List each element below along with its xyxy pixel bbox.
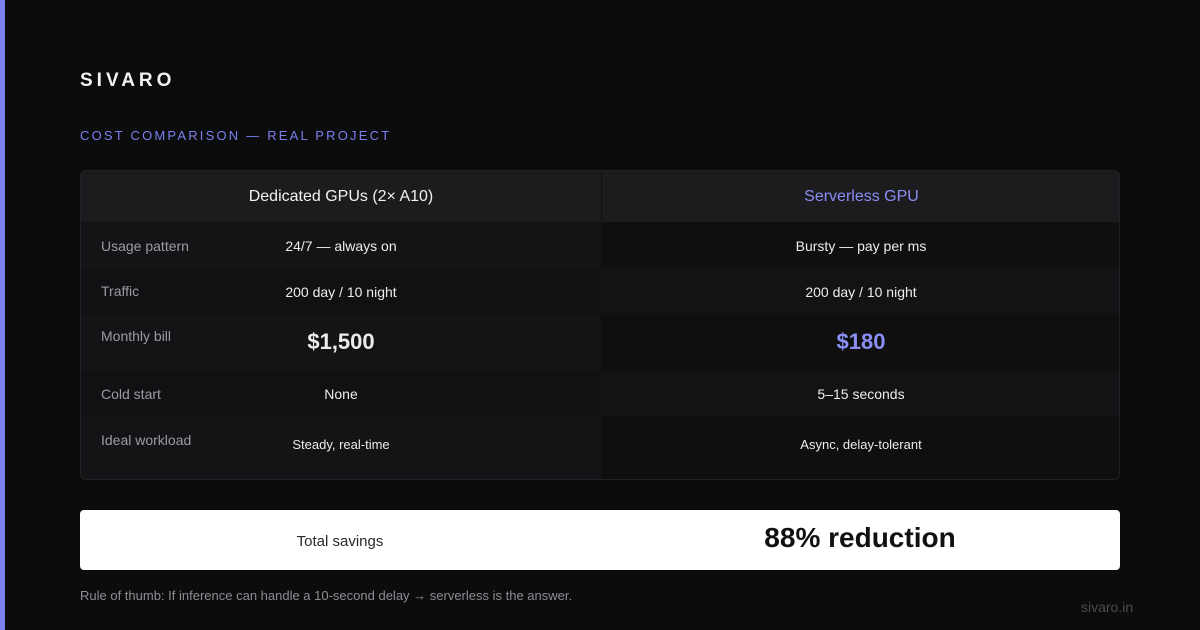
cell-serverless: 200 day / 10 night [805,284,917,300]
savings-label: Total savings [296,533,384,550]
savings-banner: Total savings 88% reduction [80,510,1120,570]
table-row-traffic: Traffic 200 day / 10 night 200 day / 10 … [81,269,1119,314]
cell-serverless: 5–15 seconds [817,386,905,402]
column-header-dedicated: Dedicated GPUs (2× A10) [248,187,434,205]
cell-serverless: Async, delay-tolerant [800,437,922,452]
monthly-bill-dedicated: $1,500 [307,329,375,354]
cell-serverless: Bursty — pay per ms [795,238,927,254]
monthly-bill-serverless: $180 [836,329,886,354]
comparison-table: Dedicated GPUs (2× A10) Serverless GPU U… [80,170,1120,480]
site-url: sivaro.in [1081,599,1134,615]
table-row-cold-start: Cold start None 5–15 seconds [81,370,1119,416]
table-header: Dedicated GPUs (2× A10) Serverless GPU [81,171,1119,222]
cell-dedicated: 24/7 — always on [285,238,397,254]
section-eyebrow: COST COMPARISON — REAL PROJECT [80,128,392,143]
column-header-serverless: Serverless GPU [601,171,1119,222]
cell-dedicated: Steady, real-time [292,437,390,452]
table-row-ideal-workload: Ideal workload Steady, real-time Async, … [81,416,1119,479]
table-row-monthly-bill: Monthly bill $1,500 $180 [81,314,1119,370]
cell-dedicated: 200 day / 10 night [285,284,397,300]
accent-bar [0,0,5,630]
brand-logo: SIVARO [80,70,176,91]
footnote: Rule of thumb: If inference can handle a… [80,588,573,603]
cell-dedicated: None [324,386,358,402]
savings-value: 88% reduction [764,522,956,553]
table-row-usage-pattern: Usage pattern 24/7 — always on Bursty — … [81,222,1119,269]
